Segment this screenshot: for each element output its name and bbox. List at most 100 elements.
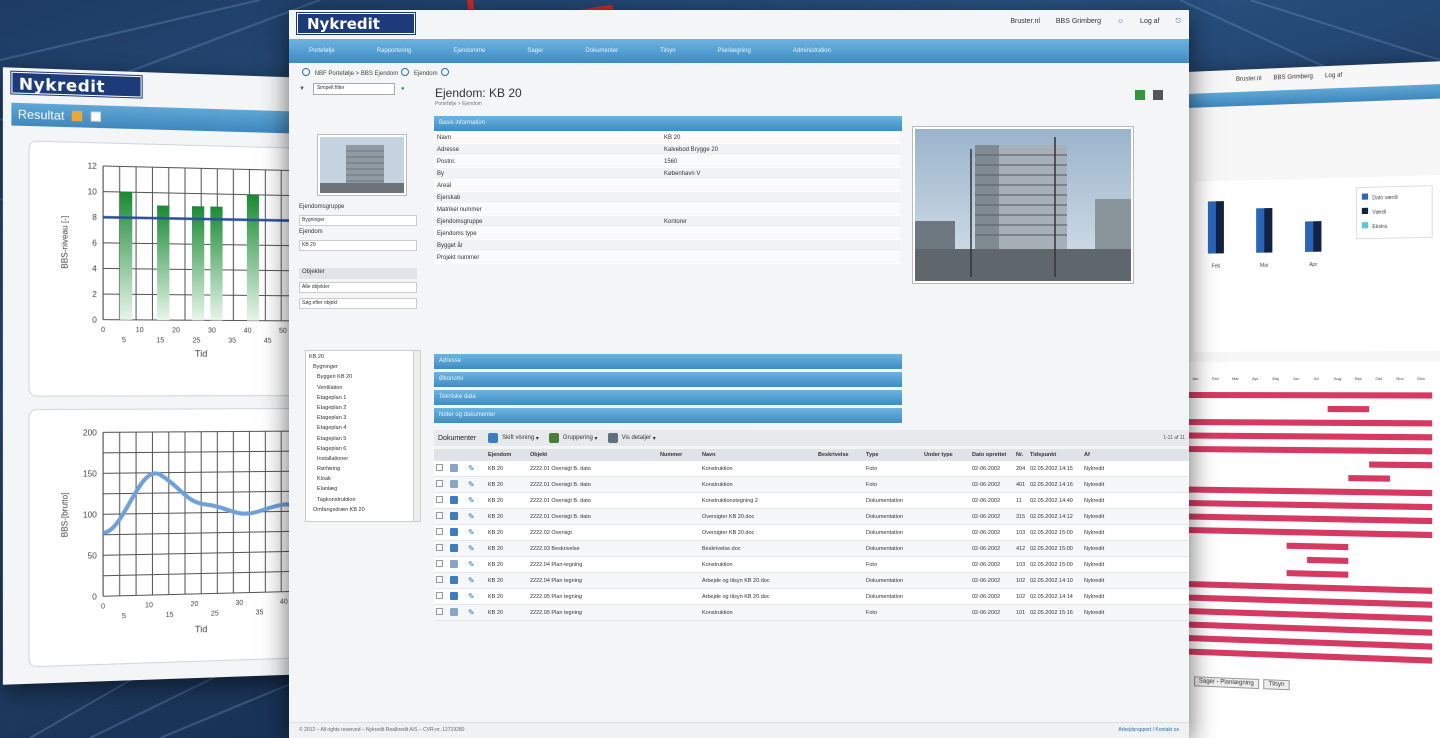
tree-item[interactable]: Etageplan 1 (309, 395, 417, 405)
column-header[interactable]: Nr. (1014, 452, 1028, 458)
row-checkbox[interactable] (436, 608, 443, 615)
details-button[interactable]: Vis detaljer ▾ (607, 433, 656, 443)
table-row[interactable]: ✎ KB 20 2222.01 Oversigt B. dato Konstrukti… (434, 461, 1189, 477)
property-thumbnail[interactable] (317, 134, 407, 196)
user-name[interactable]: Bruster.nl (1236, 76, 1262, 83)
column-header[interactable]: Dato oprettet (970, 452, 1014, 458)
row-checkbox[interactable] (436, 576, 443, 583)
table-row[interactable]: ✎ KB 20 2222.01 Oversigt B. dato Konstrukti… (434, 493, 1189, 509)
nav-item-admin[interactable]: Administration (793, 48, 831, 54)
row-checkbox[interactable] (436, 544, 443, 551)
nav-item-reporting[interactable]: Rapportering (377, 48, 412, 54)
objects-select[interactable]: Alle objekter (299, 282, 417, 293)
tree-item[interactable]: Etageplan 3 (309, 415, 417, 425)
accordion-economy[interactable]: Økonomi (434, 372, 902, 388)
column-header[interactable]: Tidspunkt (1028, 452, 1082, 458)
edit-icon[interactable]: ✎ (468, 560, 475, 569)
filter-apply-icon[interactable]: ● (401, 86, 405, 92)
tree-item[interactable]: Byggeri KB 20 (309, 374, 417, 384)
table-icon[interactable] (90, 111, 101, 122)
crumb-3[interactable]: Ejendom (414, 71, 438, 77)
home-icon[interactable] (302, 68, 310, 76)
export-icon[interactable] (1134, 90, 1145, 100)
accordion-notes[interactable]: Noter og dokumenter (434, 408, 902, 424)
property-photo[interactable] (912, 126, 1134, 284)
row-checkbox[interactable] (436, 480, 443, 487)
tree-item[interactable]: Etageplan 4 (309, 425, 417, 435)
edit-icon[interactable]: ✎ (468, 528, 475, 537)
nav-item-properties[interactable]: Ejendomme (453, 48, 485, 54)
row-checkbox[interactable] (436, 464, 443, 471)
print-icon[interactable] (1153, 90, 1163, 100)
nav-item-cases[interactable]: Sager (527, 48, 543, 54)
row-checkbox[interactable] (436, 512, 443, 519)
property-select[interactable]: KB 20 (299, 240, 417, 251)
nav-item-planning[interactable]: Planlægning (718, 48, 751, 54)
column-header[interactable]: Nummer (658, 452, 700, 458)
tree-item[interactable]: Ventilation (309, 385, 417, 395)
footer-links[interactable]: Arbejdsrapport / Kontakt os (1118, 727, 1179, 733)
tree-item[interactable]: Kloak (309, 476, 417, 486)
grouping-button[interactable]: Gruppering ▾ (548, 433, 598, 443)
crumb-1[interactable]: NBF Portefølje (315, 71, 354, 77)
info-icon-2[interactable] (440, 68, 449, 76)
objects-section-header[interactable]: Objekter (299, 268, 417, 279)
nav-item-portfolio[interactable]: Portefølje (309, 48, 335, 54)
tree-item[interactable]: Etageplan 5 (309, 436, 417, 446)
edit-icon[interactable]: ✎ (468, 576, 475, 585)
tree-item[interactable]: Omfangsdræn KB 20 (309, 507, 417, 517)
tree-item[interactable]: Etageplan 2 (309, 405, 417, 415)
edit-icon[interactable]: ✎ (468, 496, 475, 505)
user-link[interactable]: BBS Grimberg (1273, 74, 1313, 82)
tree-item[interactable]: Installationer (309, 456, 417, 466)
tree-item[interactable]: Bygninger (309, 364, 417, 374)
column-header[interactable]: Under type (922, 452, 970, 458)
column-header[interactable]: Ejendom (486, 452, 528, 458)
tree-item[interactable]: Etageplan 6 (309, 446, 417, 456)
crumb-2[interactable]: BBS Ejendom (361, 71, 398, 77)
accordion-technical[interactable]: Tekniske data (434, 390, 902, 406)
edit-icon[interactable]: ✎ (468, 544, 475, 553)
logout-link-main[interactable]: Log af (1140, 18, 1159, 25)
row-checkbox[interactable] (436, 560, 443, 567)
table-row[interactable]: ✎ KB 20 2222.01 Oversigt B. dato Konstrukti… (434, 477, 1189, 493)
nav-item-documents[interactable]: Dokumenter (585, 48, 618, 54)
logout-link[interactable]: Log af (1325, 73, 1342, 80)
tree-item[interactable]: Rørføring (309, 466, 417, 476)
user-link-main[interactable]: BBS Grimberg (1056, 18, 1101, 25)
object-search[interactable]: Søg efter objekt (299, 298, 417, 309)
row-checkbox[interactable] (436, 528, 443, 535)
filter-select[interactable]: Simpelt filter (312, 83, 395, 95)
column-header[interactable]: Objekt (528, 452, 658, 458)
table-row[interactable]: ✎ KB 20 2222.05 Plan tegning Arbejde og til… (434, 589, 1189, 605)
edit-icon[interactable]: ✎ (468, 608, 475, 617)
edit-icon[interactable]: ✎ (468, 512, 475, 521)
change-view-button[interactable]: Skift visning ▾ (488, 433, 539, 443)
table-row[interactable]: ✎ KB 20 2222.04 Plan tegning Arbejde og til… (434, 573, 1189, 589)
column-header[interactable]: Type (864, 452, 922, 458)
table-row[interactable]: ✎ KB 20 2222.05 Plan tegning Konstruktion Fo… (434, 605, 1189, 621)
row-checkbox[interactable] (436, 592, 443, 599)
basic-info-header[interactable]: Basis information (434, 116, 902, 131)
tree-item[interactable]: Tagkonstruktion (309, 497, 417, 507)
tab-tilsyn[interactable]: Tilsyn (1263, 679, 1290, 691)
table-row[interactable]: ✎ KB 20 2222.03 Beskrivelse Beskrivelse.doc… (434, 541, 1189, 557)
nav-item-inspection[interactable]: Tilsyn (660, 48, 675, 54)
column-header[interactable]: Af (1082, 452, 1122, 458)
chart-icon[interactable] (72, 110, 83, 122)
accordion-address[interactable]: Adresse (434, 354, 902, 370)
row-checkbox[interactable] (436, 496, 443, 503)
tree-scrollbar[interactable] (413, 351, 420, 521)
column-header[interactable]: Navn (700, 452, 816, 458)
table-row[interactable]: ✎ KB 20 2222.04 Plan-tegning Konstruktion Fo… (434, 557, 1189, 573)
column-header[interactable]: Beskrivelse (816, 452, 864, 458)
group-select[interactable]: Bygninger (299, 215, 417, 226)
tree-item[interactable]: Elanlæg (309, 486, 417, 496)
edit-icon[interactable]: ✎ (468, 464, 475, 473)
user-name-main[interactable]: Bruster.nl (1010, 18, 1040, 25)
funnel-icon[interactable]: ▼ (299, 86, 305, 92)
edit-icon[interactable]: ✎ (468, 592, 475, 601)
info-icon[interactable] (401, 68, 410, 76)
table-row[interactable]: ✎ KB 20 2222.01 Oversigt B. dato Oversigter… (434, 509, 1189, 525)
table-row[interactable]: ✎ KB 20 2222.02 Oversigt Oversigter KB 20.d… (434, 525, 1189, 541)
